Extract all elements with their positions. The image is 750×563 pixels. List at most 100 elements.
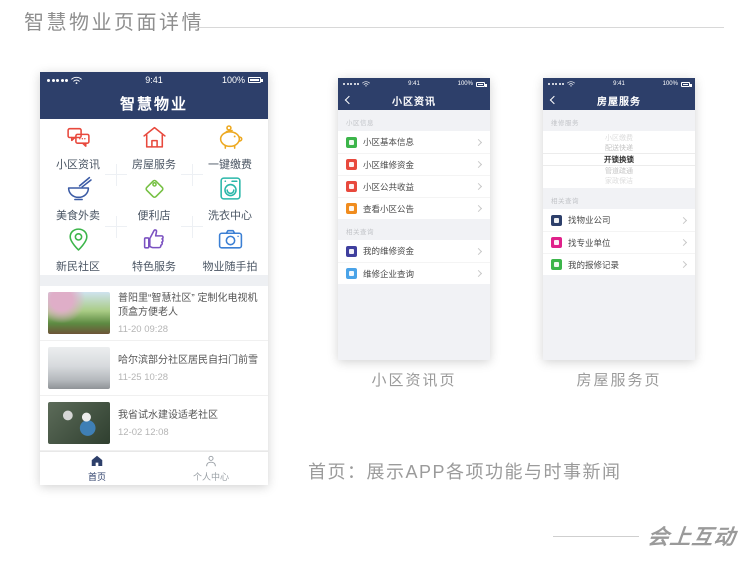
signal-dots-icon: [343, 83, 359, 85]
house-icon: [141, 124, 168, 151]
tab-home[interactable]: 首页: [40, 452, 154, 485]
chevron-right-icon: [475, 270, 482, 277]
battery-percent: 100%: [458, 81, 473, 87]
chat-bubbles-icon: [65, 124, 92, 151]
tab-personal-center[interactable]: 个人中心: [154, 452, 268, 485]
grid-item-label: 小区资讯: [56, 156, 100, 172]
news-time: 11-25 10:28: [118, 372, 262, 383]
building-info-icon: [346, 137, 357, 148]
battery-group: 100%: [190, 75, 261, 85]
rice-bowl-icon: [65, 175, 92, 202]
grid-divider-cross: [105, 164, 127, 186]
chevron-right-icon: [475, 247, 482, 254]
list-item-find-property-company[interactable]: 找物业公司: [543, 209, 695, 231]
page-nav-title: 房屋服务: [597, 93, 641, 108]
back-icon[interactable]: [550, 96, 558, 104]
picker-item[interactable]: 管道疏通: [543, 166, 695, 176]
price-tag-icon: [141, 175, 168, 202]
washing-machine-icon: [217, 175, 244, 202]
list-item-label: 我的维修资金: [363, 245, 470, 257]
home-icon: [90, 454, 104, 468]
news-time: 11-20 09:28: [118, 324, 262, 335]
list-item-find-professional-unit[interactable]: 找专业单位: [543, 231, 695, 253]
battery-group: 100%: [643, 81, 690, 87]
news-body: 我省试水建设适老社区 12-02 12:08: [118, 409, 262, 438]
news-item[interactable]: 我省试水建设适老社区 12-02 12:08: [40, 396, 268, 451]
list-item-label: 小区公共收益: [363, 181, 470, 193]
title-rule: [196, 27, 724, 28]
grid-item-label: 特色服务: [132, 258, 176, 274]
grid-item-one-key-pay[interactable]: 一键缴费: [192, 123, 268, 174]
picker-item[interactable]: 配送快递: [543, 143, 695, 153]
grid-item-label: 物业随手拍: [203, 258, 258, 274]
battery-percent: 100%: [663, 81, 678, 87]
picker-item[interactable]: 小区缴费: [543, 133, 695, 143]
app-title: 智慧物业: [120, 93, 188, 114]
signal-group: [47, 76, 118, 85]
picker-item-selected[interactable]: 开锁换锁: [543, 153, 695, 166]
news-item[interactable]: 普阳里“智慧社区” 定制化电视机顶盒方便老人 11-20 09:28: [40, 286, 268, 341]
logo-rule: [553, 536, 639, 537]
service-query-list: 找物业公司 找专业单位 我的报修记录: [543, 209, 695, 275]
news-item[interactable]: 哈尔滨部分社区居民自扫门前雪 11-25 10:28: [40, 341, 268, 396]
list-item-announcements[interactable]: 查看小区公告: [338, 197, 490, 219]
repair-record-icon: [551, 259, 562, 270]
chevron-right-icon: [475, 161, 482, 168]
repair-fund-icon: [346, 159, 357, 170]
related-query-list: 我的维修资金 维修企业查询: [338, 240, 490, 284]
nav-bar: 房屋服务: [543, 90, 695, 110]
wifi-icon: [71, 76, 82, 85]
grid-item-label: 洗衣中心: [208, 207, 252, 223]
list-item-repair-fund[interactable]: 小区维修资金: [338, 153, 490, 175]
news-title: 普阳里“智慧社区” 定制化电视机顶盒方便老人: [118, 292, 262, 320]
list-item-basic-info[interactable]: 小区基本信息: [338, 131, 490, 153]
grid-item-label: 美食外卖: [56, 207, 100, 223]
news-body: 哈尔滨部分社区居民自扫门前雪 11-25 10:28: [118, 354, 262, 383]
grid-item-label: 便利店: [138, 207, 171, 223]
page-nav-title: 小区资讯: [392, 93, 436, 108]
list-item-enterprise-search[interactable]: 维修企业查询: [338, 262, 490, 284]
news-thumbnail-elderly: [48, 402, 110, 444]
page-title: 智慧物业页面详情: [24, 6, 204, 35]
section-divider: [40, 275, 268, 286]
service-picker[interactable]: 小区缴费 配送快递 开锁换锁 管道疏通 家政保洁: [543, 131, 695, 188]
tab-label: 首页: [88, 470, 106, 483]
property-company-icon: [551, 215, 562, 226]
function-grid: 小区资讯 房屋服务 一键缴费: [40, 119, 268, 276]
home-phone-mockup: 9:41 100% 智慧物业 小区资讯: [40, 72, 268, 485]
list-item-label: 查看小区公告: [363, 203, 470, 215]
section-label: 相关查询: [338, 219, 490, 240]
person-icon: [204, 454, 218, 468]
chevron-right-icon: [475, 205, 482, 212]
news-thumbnail-snow: [48, 347, 110, 389]
chevron-right-icon: [680, 261, 687, 268]
chevron-right-icon: [680, 216, 687, 223]
community-info-phone-mockup: 9:41 100% 小区资讯 小区信息 小区基本信息 小区维修资金: [338, 78, 490, 360]
grid-divider-cross: [181, 164, 203, 186]
signal-dots-icon: [47, 79, 68, 82]
announcement-icon: [346, 203, 357, 214]
news-body: 普阳里“智慧社区” 定制化电视机顶盒方便老人 11-20 09:28: [118, 292, 262, 335]
grid-item-property-snapshot[interactable]: 物业随手拍: [192, 224, 268, 275]
camera-icon: [217, 226, 244, 253]
list-item-label: 我的报修记录: [568, 259, 675, 271]
list-item-label: 小区基本信息: [363, 136, 470, 148]
status-bar: 9:41 100%: [338, 78, 490, 90]
status-time: 9:41: [390, 81, 437, 87]
picker-item[interactable]: 家政保洁: [543, 176, 695, 186]
battery-icon: [681, 82, 690, 87]
logo-text: 会上互动: [646, 521, 737, 551]
news-title: 我省试水建设适老社区: [118, 409, 262, 423]
back-icon[interactable]: [345, 96, 353, 104]
status-time: 9:41: [118, 75, 189, 85]
list-item-label: 维修企业查询: [363, 268, 470, 280]
nav-bar: 智慧物业: [40, 89, 268, 119]
list-item-my-repair-records[interactable]: 我的报修记录: [543, 253, 695, 275]
news-list: 普阳里“智慧社区” 定制化电视机顶盒方便老人 11-20 09:28 哈尔滨部分…: [40, 286, 268, 451]
battery-icon: [248, 77, 261, 83]
grid-item-laundry-center[interactable]: 洗衣中心: [192, 174, 268, 225]
brand-logo: 会上互动: [553, 521, 736, 551]
list-item-my-fund[interactable]: 我的维修资金: [338, 240, 490, 262]
battery-percent: 100%: [222, 75, 245, 85]
list-item-public-income[interactable]: 小区公共收益: [338, 175, 490, 197]
